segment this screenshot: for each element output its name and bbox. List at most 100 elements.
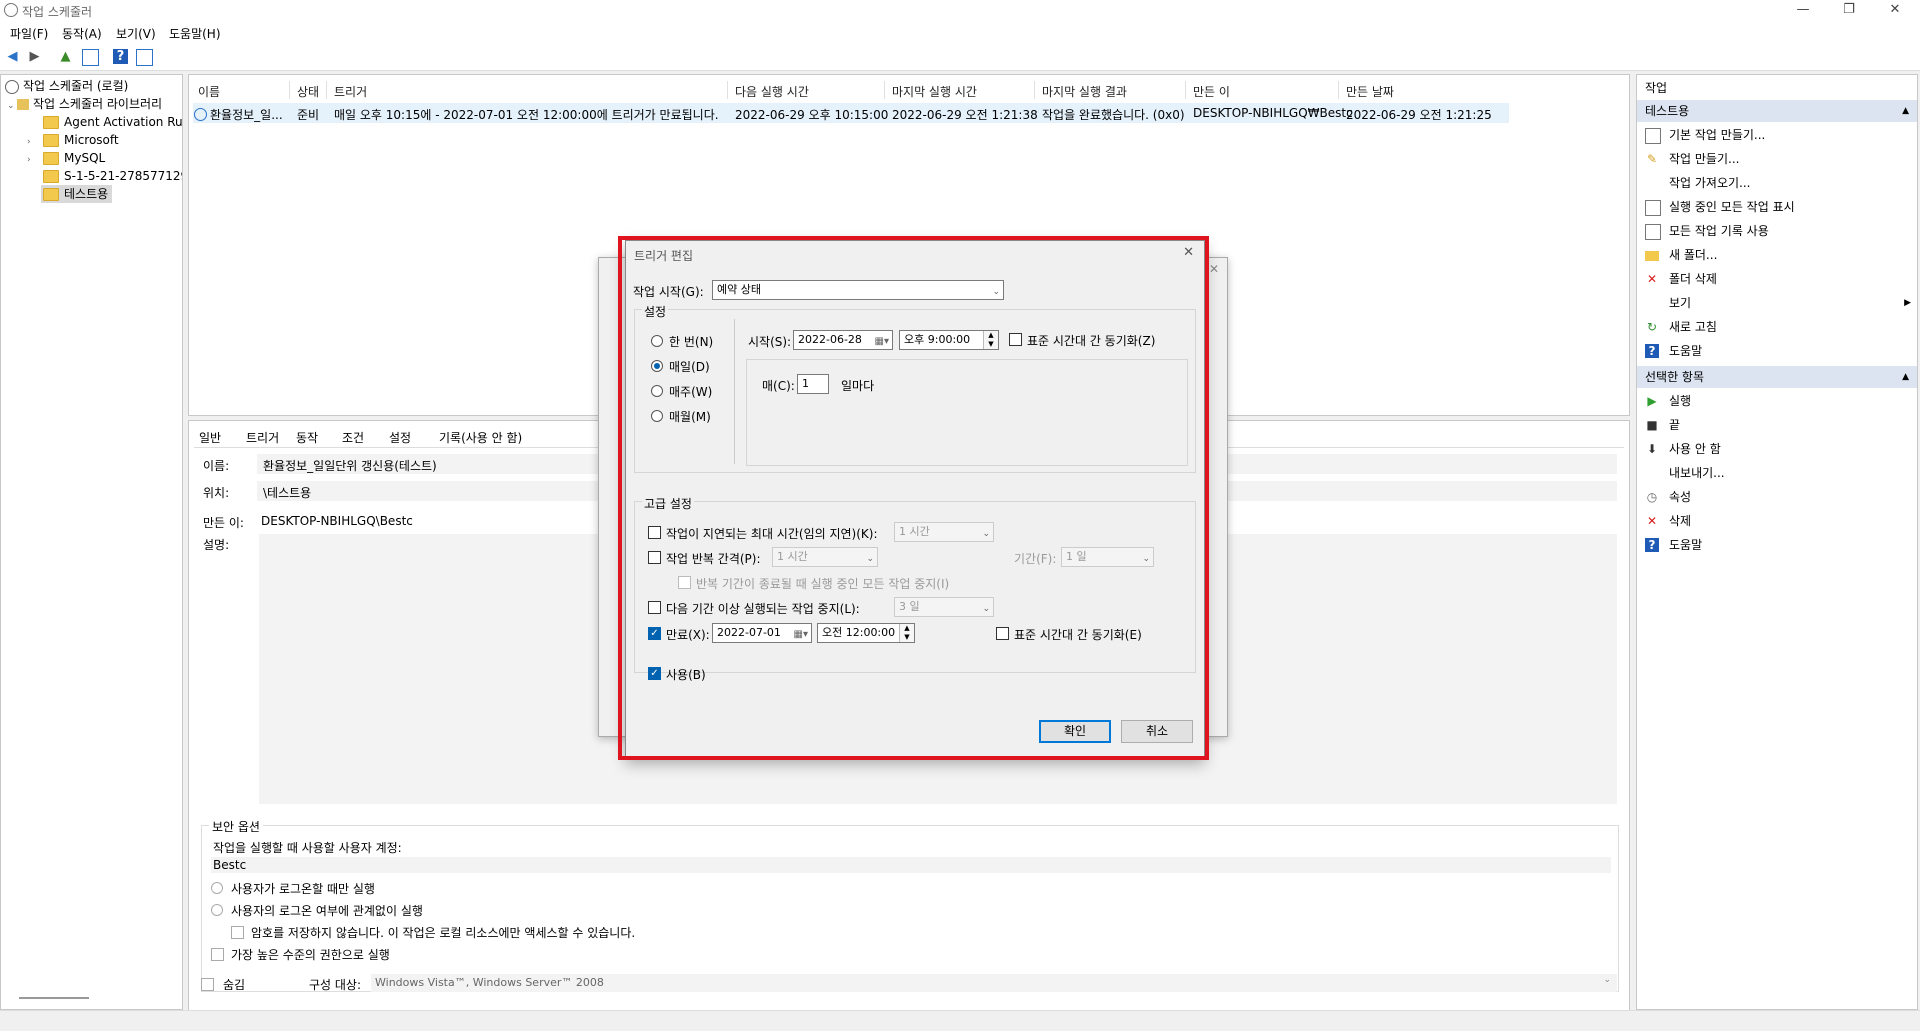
column-header-status[interactable]: 상태	[297, 83, 319, 100]
tab-actions[interactable]: 동작	[296, 429, 318, 446]
column-header-last-result[interactable]: 마지막 실행 결과	[1042, 83, 1127, 100]
history-icon	[1645, 224, 1661, 240]
column-separator	[326, 81, 327, 99]
tab-settings[interactable]: 설정	[389, 429, 411, 446]
tree-root[interactable]: 작업 스케줄러 (로컬)	[5, 77, 128, 95]
task-status-cell: 준비	[297, 108, 320, 122]
tree-item-test[interactable]: 테스트용	[41, 185, 113, 203]
action-label: 속성	[1669, 490, 1692, 504]
task-created-cell: 2022-06-29 오전 1:21:25	[1346, 108, 1492, 122]
table-row[interactable]: 환율정보_일... 준비 매일 오후 10:15에 - 2022-07-01 오…	[193, 103, 1509, 123]
action-new-folder[interactable]: 새 폴더...	[1637, 243, 1917, 267]
tree-item-microsoft[interactable]: › Microsoft	[27, 131, 119, 149]
action-help-selected[interactable]: ? 도움말	[1637, 533, 1917, 557]
actions-section-selected[interactable]: 선택한 항목 ▲	[1637, 366, 1917, 388]
back-arrow-icon[interactable]: ◀	[5, 49, 20, 64]
action-export[interactable]: 내보내기...	[1637, 461, 1917, 485]
action-end[interactable]: ■ 끝	[1637, 413, 1917, 437]
action-enable-history[interactable]: 모든 작업 기록 사용	[1637, 219, 1917, 243]
action-label: 도움말	[1669, 344, 1703, 358]
help-icon[interactable]: ?	[113, 49, 128, 64]
collapse-icon[interactable]: ▲	[1902, 366, 1909, 388]
actions-pane: 작업 테스트용 ▲ 기본 작업 만들기... ✎ 작업 만들기... 작업 가져오…	[1636, 74, 1918, 1010]
show-tree-icon[interactable]	[82, 49, 99, 66]
menu-action[interactable]: 동작(A)	[62, 25, 102, 42]
tree-item-agent-activation[interactable]: Agent Activation Run	[43, 113, 183, 131]
run-icon: ▶	[1647, 394, 1657, 408]
action-delete-folder[interactable]: ✕ 폴더 삭제	[1637, 267, 1917, 291]
section-folder-label: 테스트용	[1645, 104, 1690, 118]
task-scheduler-icon	[4, 3, 18, 17]
column-header-next-run[interactable]: 다음 실행 시간	[735, 83, 809, 100]
action-view[interactable]: 보기 ▶	[1637, 291, 1917, 315]
menu-bar: 파일(F) 동작(A) 보기(V) 도움말(H)	[0, 22, 1920, 44]
close-button[interactable]: ✕	[1872, 0, 1918, 22]
action-delete[interactable]: ✕ 삭제	[1637, 509, 1917, 533]
name-value: 환율정보_일일단위 갱신용(테스트)	[263, 459, 437, 473]
highest-privilege-checkbox[interactable]	[211, 948, 224, 961]
action-label: 새로 고침	[1669, 320, 1717, 334]
tree-item-label: MySQL	[64, 151, 106, 165]
action-label: 실행	[1669, 394, 1692, 408]
chevron-right-icon[interactable]: ›	[27, 151, 37, 169]
tree-library-label: 작업 스케줄러 라이브러리	[33, 97, 163, 111]
action-create-basic-task[interactable]: 기본 작업 만들기...	[1637, 123, 1917, 147]
action-help[interactable]: ? 도움말	[1637, 339, 1917, 363]
security-options-title: 보안 옵션	[209, 818, 263, 835]
action-create-task[interactable]: ✎ 작업 만들기...	[1637, 147, 1917, 171]
tree-item-label: Agent Activation Run	[64, 115, 183, 129]
radio-any-logon[interactable]	[211, 904, 223, 916]
tab-history[interactable]: 기록(사용 안 함)	[439, 429, 522, 446]
help-icon: ?	[1645, 538, 1659, 552]
security-account-value: Bestc	[213, 858, 247, 872]
horizontal-scrollbar[interactable]	[19, 997, 89, 999]
column-header-created[interactable]: 만든 날짜	[1346, 83, 1394, 100]
minimize-button[interactable]: —	[1780, 0, 1826, 22]
maximize-button[interactable]: ❐	[1826, 0, 1872, 22]
action-refresh[interactable]: ↻ 새로 고침	[1637, 315, 1917, 339]
clock-icon	[5, 79, 19, 94]
close-icon[interactable]: ✕	[1209, 262, 1219, 276]
menu-help[interactable]: 도움말(H)	[169, 25, 221, 42]
column-header-trigger[interactable]: 트리거	[334, 83, 367, 100]
actions-section-folder[interactable]: 테스트용 ▲	[1637, 100, 1917, 122]
action-display-running[interactable]: 실행 중인 모든 작업 표시	[1637, 195, 1917, 219]
column-header-last-run[interactable]: 마지막 실행 시간	[892, 83, 977, 100]
tree-item-sid[interactable]: S-1-5-21-278577129	[43, 167, 182, 185]
tree-item-mysql[interactable]: › MySQL	[27, 149, 105, 167]
collapse-icon[interactable]: ▲	[1902, 100, 1909, 122]
navigation-tree: 작업 스케줄러 (로컬) ⌄ 작업 스케줄러 라이브러리 Agent Activa…	[0, 74, 183, 1010]
hidden-checkbox[interactable]	[201, 978, 214, 991]
menu-file[interactable]: 파일(F)	[10, 25, 48, 42]
action-properties[interactable]: ◷ 속성	[1637, 485, 1917, 509]
show-action-pane-icon[interactable]	[136, 49, 153, 66]
column-header-name[interactable]: 이름	[198, 83, 220, 100]
tab-triggers[interactable]: 트리거	[246, 429, 279, 446]
library-folder-icon	[17, 99, 29, 110]
location-label: 위치:	[203, 486, 230, 500]
action-run[interactable]: ▶ 실행	[1637, 389, 1917, 413]
title-bar: 작업 스케줄러 — ❐ ✕	[0, 0, 1920, 22]
forward-arrow-icon[interactable]: ▶	[27, 49, 42, 64]
chevron-down-icon[interactable]: ⌄	[7, 97, 17, 115]
up-folder-icon[interactable]: ▲	[58, 49, 73, 64]
tab-general[interactable]: 일반	[199, 429, 221, 446]
column-header-author[interactable]: 만든 이	[1193, 83, 1230, 100]
author-label: 만든 이:	[203, 516, 244, 530]
action-disable[interactable]: ⬇ 사용 안 함	[1637, 437, 1917, 461]
delete-icon: ✕	[1646, 514, 1658, 528]
column-separator	[884, 81, 885, 99]
action-label: 작업 만들기...	[1669, 152, 1740, 166]
configure-for-select[interactable]: Windows Vista™, Windows Server™ 2008 ⌄	[371, 974, 1617, 992]
radio-logon-only[interactable]	[211, 882, 223, 894]
tree-item-label: 테스트용	[64, 187, 109, 201]
radio-any-logon-label: 사용자의 로그온 여부에 관계없이 실행	[231, 904, 423, 918]
action-import-task[interactable]: 작업 가져오기...	[1637, 171, 1917, 195]
action-label: 끝	[1669, 418, 1681, 432]
no-password-checkbox[interactable]	[231, 926, 244, 939]
tab-conditions[interactable]: 조건	[342, 429, 364, 446]
hidden-label: 숨김	[223, 978, 246, 992]
tree-library[interactable]: ⌄ 작업 스케줄러 라이브러리	[7, 95, 162, 113]
radio-logon-only-label: 사용자가 로그온할 때만 실행	[231, 882, 375, 896]
menu-view[interactable]: 보기(V)	[116, 25, 156, 42]
